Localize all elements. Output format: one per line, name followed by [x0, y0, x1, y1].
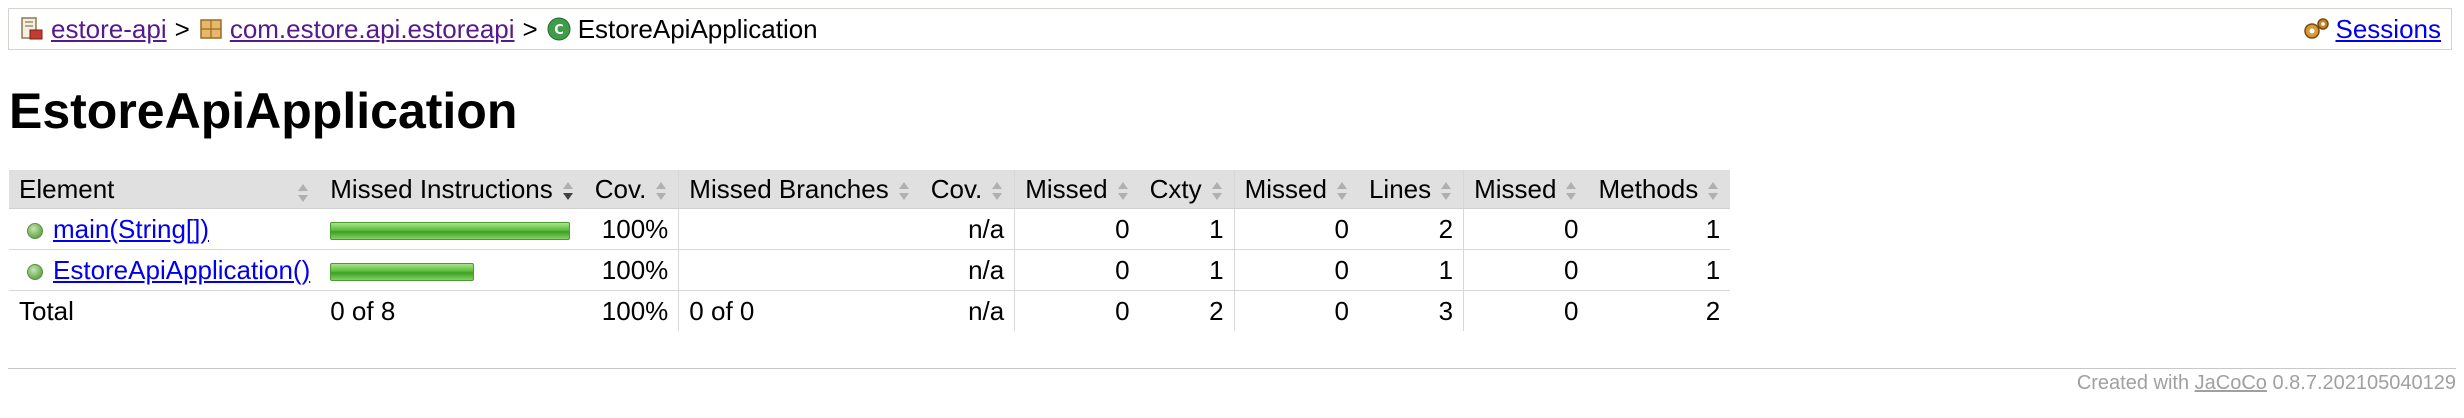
cell-total-lines: 3: [1438, 295, 1454, 326]
column-header-label: Missed: [1474, 173, 1557, 204]
cell-total-branch-cov: n/a: [968, 295, 1005, 326]
column-header-label: Lines: [1368, 173, 1432, 204]
gears-icon: [2302, 16, 2332, 42]
class-icon: C: [546, 16, 572, 42]
cell-total-missed-cxty: 0: [1014, 290, 1140, 331]
column-header-missed-branches[interactable]: Missed Branches: [678, 170, 921, 209]
cell-missed-branches: [678, 208, 921, 250]
cell-missed-cxty: 0: [1014, 249, 1140, 291]
column-header-missed-instructions[interactable]: Missed Instructions: [320, 170, 585, 209]
column-header-label: Cxty: [1149, 173, 1202, 204]
footer: Created with JaCoCo 0.8.7.202105040129: [2077, 372, 2456, 395]
column-header-label: Methods: [1598, 173, 1699, 204]
cell-cxty: 1: [1139, 249, 1235, 291]
cell-total-missed-methods: 0: [1463, 290, 1589, 331]
column-header-label: Missed: [1244, 173, 1327, 204]
footer-prefix: Created with: [2076, 372, 2190, 394]
footer-version: 0.8.7.202105040129: [2272, 372, 2456, 394]
sort-icon: [1335, 180, 1349, 202]
sort-icon: [1210, 180, 1224, 202]
cell-total-cxty: 2: [1209, 295, 1224, 326]
breadcrumb-item-project[interactable]: estore-api: [19, 14, 167, 45]
column-header-cxty[interactable]: Cxty: [1139, 170, 1235, 209]
cell-missed-instructions: [320, 249, 585, 291]
sort-icon: [296, 182, 310, 204]
column-header-label: Missed: [1025, 173, 1108, 204]
column-header-lines[interactable]: Lines: [1358, 170, 1464, 209]
column-header-missed-cxty[interactable]: Missed: [1014, 170, 1140, 209]
package-icon: [198, 16, 224, 42]
jacoco-link[interactable]: JaCoCo: [2195, 372, 2267, 394]
project-icon: [19, 16, 45, 42]
column-header-methods[interactable]: Methods: [1588, 170, 1731, 209]
method-link[interactable]: main(String[]): [53, 214, 209, 244]
breadcrumb-link-package[interactable]: com.estore.api.estoreapi: [230, 14, 515, 45]
sort-icon: [1706, 180, 1720, 202]
column-header-instr-cov[interactable]: Cov.: [584, 170, 679, 209]
column-header-missed-lines[interactable]: Missed: [1233, 170, 1359, 209]
cell-methods: 1: [1588, 249, 1731, 291]
cell-total-methods: 2: [1705, 295, 1721, 326]
table-row: main(String[]) 100% n/a 0 1 0 2 0 1: [9, 208, 1731, 250]
method-link[interactable]: EstoreApiApplication(): [53, 255, 310, 285]
cell-branch-cov: n/a: [920, 208, 1015, 250]
cell-total-label: Total: [19, 295, 74, 326]
table-total-row: Total 0 of 8 100% 0 of 0 n/a 0 2 0 3 0 2: [9, 290, 1730, 331]
breadcrumb-item-package[interactable]: com.estore.api.estoreapi: [198, 14, 515, 45]
cell-missed-lines: 0: [1233, 249, 1359, 291]
sort-icon: [1116, 180, 1130, 202]
coverage-bar: [330, 221, 571, 240]
cell-missed-methods: 0: [1463, 249, 1589, 291]
sort-icon: [1439, 180, 1453, 202]
sessions-link[interactable]: Sessions: [2336, 14, 2442, 45]
cell-missed-branches: [678, 249, 921, 291]
sort-icon: [654, 180, 668, 202]
footer-divider: [8, 368, 2456, 369]
column-header-label: Missed Instructions: [330, 173, 553, 204]
breadcrumb-current: EstoreApiApplication: [577, 13, 818, 44]
method-icon: [27, 222, 43, 239]
column-header-branch-cov[interactable]: Cov.: [920, 170, 1015, 209]
cell-total-missed-lines: 0: [1233, 290, 1359, 331]
breadcrumb-separator: >: [522, 13, 538, 44]
cell-missed-lines: 0: [1233, 208, 1359, 250]
cell-total-instr: 0 of 8: [330, 295, 396, 326]
cell-lines: 2: [1358, 208, 1464, 250]
column-header-label: Cov.: [594, 173, 647, 204]
column-header-missed-methods[interactable]: Missed: [1463, 170, 1589, 209]
cell-cxty: 1: [1139, 208, 1235, 250]
cell-missed-methods: 0: [1463, 208, 1589, 250]
cell-instr-cov: 100%: [584, 208, 679, 250]
sessions-link-wrapper[interactable]: Sessions: [2302, 14, 2442, 45]
cell-methods: 1: [1588, 208, 1731, 250]
column-header-element[interactable]: Element: [9, 170, 321, 209]
cell-missed-instructions: [320, 208, 585, 250]
column-header-label: Missed Branches: [689, 173, 889, 204]
breadcrumb-separator: >: [174, 13, 190, 44]
cell-instr-cov: 100%: [584, 249, 679, 291]
breadcrumb-item-class: C EstoreApiApplication: [546, 14, 818, 45]
cell-element: main(String[]): [9, 208, 321, 250]
table-header-row: Element Missed Instructions Cov. Missed …: [9, 170, 1731, 209]
coverage-bar: [330, 262, 475, 281]
cell-branch-cov: n/a: [920, 249, 1015, 291]
sort-icon: [990, 180, 1004, 202]
column-header-label: Cov.: [930, 173, 983, 204]
column-header-label: Element: [19, 173, 115, 204]
cell-missed-cxty: 0: [1014, 208, 1140, 250]
sort-desc-icon: [561, 180, 575, 202]
breadcrumb: estore-api > com.estore.api.estoreapi > …: [8, 8, 2452, 50]
table-row: EstoreApiApplication() 100% n/a 0 1 0 1 …: [9, 249, 1731, 291]
cell-total-instr-cov: 100%: [601, 295, 669, 326]
sort-icon: [1564, 180, 1578, 202]
cell-total-branches: 0 of 0: [678, 290, 921, 331]
method-icon: [27, 263, 43, 280]
cell-lines: 1: [1358, 249, 1464, 291]
sort-icon: [897, 180, 911, 202]
page-title: EstoreApiApplication: [9, 83, 518, 139]
svg-text:C: C: [554, 23, 564, 38]
coverage-table: Element Missed Instructions Cov. Missed …: [9, 170, 1731, 331]
breadcrumb-link-project[interactable]: estore-api: [51, 14, 167, 45]
cell-element: EstoreApiApplication(): [9, 249, 321, 291]
